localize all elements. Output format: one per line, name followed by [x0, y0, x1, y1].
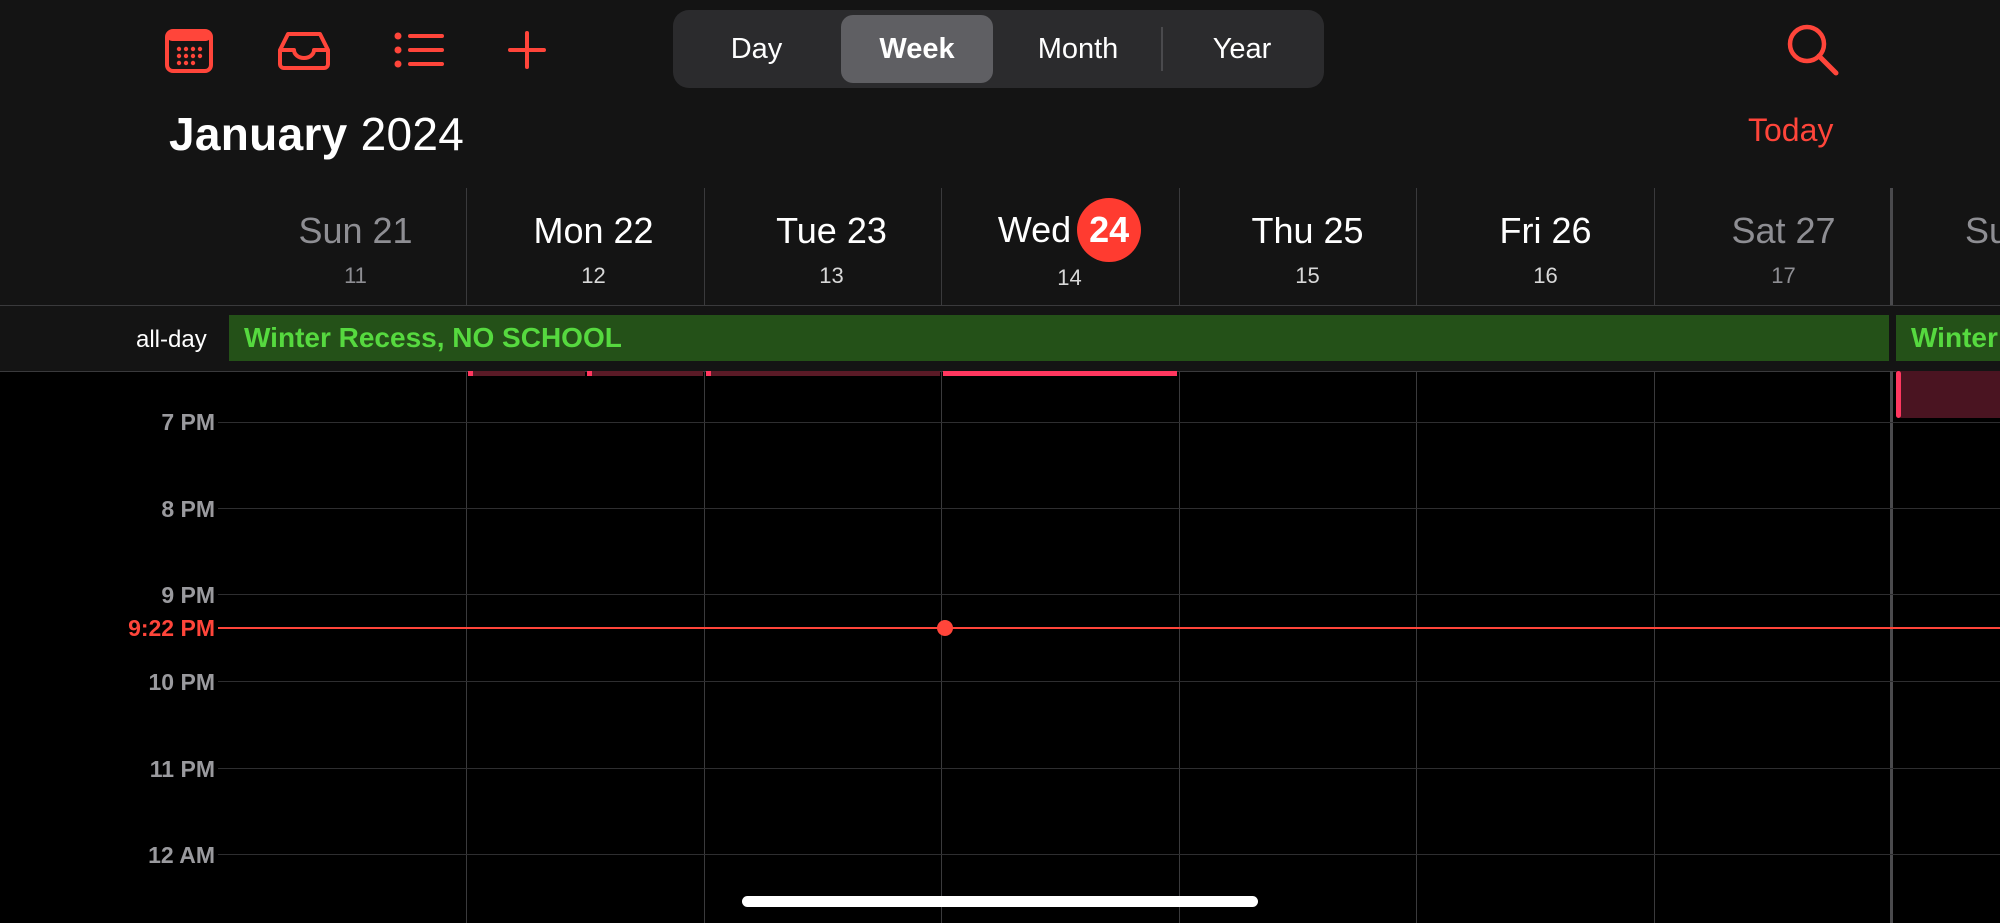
day-header-thu[interactable]: Thu 25 15: [1189, 190, 1426, 302]
lunar-date: 16: [1533, 263, 1558, 288]
hour-line: [218, 422, 2000, 423]
week-divider: [1890, 188, 1893, 305]
hour-label: 12 AM: [148, 842, 215, 868]
column-divider: [1416, 371, 1417, 923]
inbox-tray-icon[interactable]: [276, 22, 332, 78]
day-name: Thu 25: [1251, 210, 1364, 251]
hour-line: [218, 854, 2000, 855]
home-indicator[interactable]: [742, 896, 1258, 907]
column-divider: [1654, 188, 1655, 305]
day-header-tue[interactable]: Tue 23 13: [713, 190, 950, 302]
lunar-date: 12: [581, 263, 606, 288]
day-name: Fri 26: [1499, 210, 1592, 251]
search-icon[interactable]: [1785, 22, 1845, 80]
hour-label: 11 PM: [149, 756, 215, 782]
plus-icon[interactable]: [499, 22, 555, 78]
all-day-label: all-day: [136, 326, 207, 353]
timed-event[interactable]: [943, 371, 1177, 376]
day-header-sun[interactable]: Sun 21 11: [237, 190, 474, 302]
list-icon[interactable]: [391, 22, 447, 78]
day-name: Sat 27: [1731, 210, 1836, 251]
event-accent-bar: [1896, 371, 1901, 418]
view-year-button[interactable]: Year: [1167, 15, 1317, 83]
current-time-dot: [937, 620, 953, 636]
all-day-event[interactable]: Winter Recess, NO SCHOOL: [1896, 315, 2000, 361]
day-header-wed-today[interactable]: Wed 24 14: [951, 190, 1188, 302]
column-divider: [704, 371, 705, 923]
lunar-date: 11: [344, 263, 367, 288]
today-button[interactable]: Today: [1748, 112, 1833, 149]
day-name: Sun 21: [298, 210, 413, 251]
hour-line: [218, 508, 2000, 509]
day-name: Su: [1965, 210, 2000, 251]
day-header-next-sun[interactable]: Su: [1903, 190, 2000, 302]
day-name: Tue 23: [776, 210, 887, 251]
page-title: January 2024: [169, 104, 464, 164]
day-name: Mon 22: [533, 210, 654, 251]
timed-event[interactable]: [1896, 371, 2000, 418]
day-header-fri[interactable]: Fri 26 16: [1427, 190, 1664, 302]
lunar-date: 17: [1771, 263, 1796, 288]
current-time-label: 9:22 PM: [128, 615, 215, 641]
timed-event[interactable]: [706, 371, 940, 376]
column-divider: [466, 188, 467, 305]
month-label: January: [169, 108, 348, 160]
view-day-button[interactable]: Day: [681, 15, 832, 83]
timed-event[interactable]: [587, 371, 703, 376]
hour-label: 8 PM: [161, 496, 215, 522]
week-divider: [1890, 371, 1893, 923]
view-week-button[interactable]: Week: [841, 15, 993, 83]
all-day-row: all-day Winter Recess, NO SCHOOL Winter …: [0, 305, 2000, 372]
view-month-button[interactable]: Month: [1003, 15, 1153, 83]
hour-label: 10 PM: [148, 669, 215, 695]
hour-line: [218, 681, 2000, 682]
day-name: Wed: [997, 209, 1072, 250]
current-time-line: [218, 627, 2000, 629]
calendar-grid-icon[interactable]: [161, 22, 217, 78]
column-divider: [941, 188, 942, 305]
event-accent-bar: [587, 371, 592, 376]
today-date-badge: 24: [1077, 198, 1142, 262]
column-divider: [704, 188, 705, 305]
column-divider: [1179, 188, 1180, 305]
hour-label: 7 PM: [161, 409, 215, 435]
event-accent-bar: [706, 371, 711, 376]
lunar-date: 13: [819, 263, 844, 288]
event-accent-bar: [468, 371, 473, 376]
all-day-event[interactable]: Winter Recess, NO SCHOOL: [229, 315, 1889, 361]
hour-line: [218, 594, 2000, 595]
column-divider: [466, 371, 467, 923]
day-header-sat[interactable]: Sat 27 17: [1665, 190, 1902, 302]
day-header-mon[interactable]: Mon 22 12: [475, 190, 712, 302]
segment-divider: [1161, 27, 1163, 71]
column-divider: [1654, 371, 1655, 923]
year-label: 2024: [360, 108, 465, 160]
view-switcher: Day Week Month Year: [673, 10, 1324, 88]
hour-label: 9 PM: [161, 582, 215, 608]
column-divider: [941, 371, 942, 923]
hour-line: [218, 768, 2000, 769]
timed-event[interactable]: [468, 371, 585, 376]
column-divider: [1416, 188, 1417, 305]
lunar-date: 15: [1295, 263, 1320, 288]
lunar-date: 14: [1057, 265, 1082, 290]
column-divider: [1179, 371, 1180, 923]
